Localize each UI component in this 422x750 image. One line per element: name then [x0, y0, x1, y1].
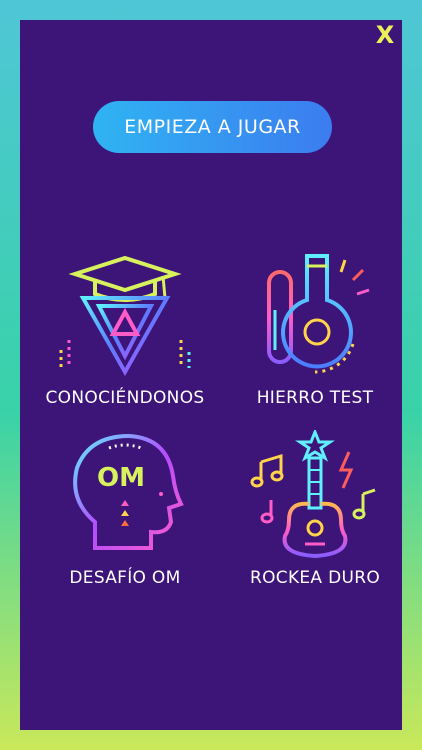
tile-hierro-test[interactable]: HIERRO TEST [220, 250, 410, 420]
guitar-icon [250, 430, 376, 559]
tile-conociendonos[interactable]: CONOCIÉNDONOS [30, 250, 220, 420]
close-button[interactable]: X [374, 23, 396, 47]
tile-desafio-om[interactable]: OM DESAFÍO OM [30, 430, 220, 600]
flask-icon [267, 254, 370, 374]
tile-label: ROCKEA DURO [249, 568, 380, 588]
om-text: OM [97, 463, 145, 493]
tile-label: HIERRO TEST [256, 388, 374, 408]
tile-rockea-duro[interactable]: ROCKEA DURO [220, 430, 410, 600]
start-playing-button[interactable]: EMPIEZA A JUGAR [93, 101, 332, 153]
graduation-cap-icon [59, 255, 191, 377]
tile-label: CONOCIÉNDONOS [45, 388, 205, 408]
tile-label: DESAFÍO OM [69, 568, 181, 588]
head-icon: OM [73, 433, 184, 550]
